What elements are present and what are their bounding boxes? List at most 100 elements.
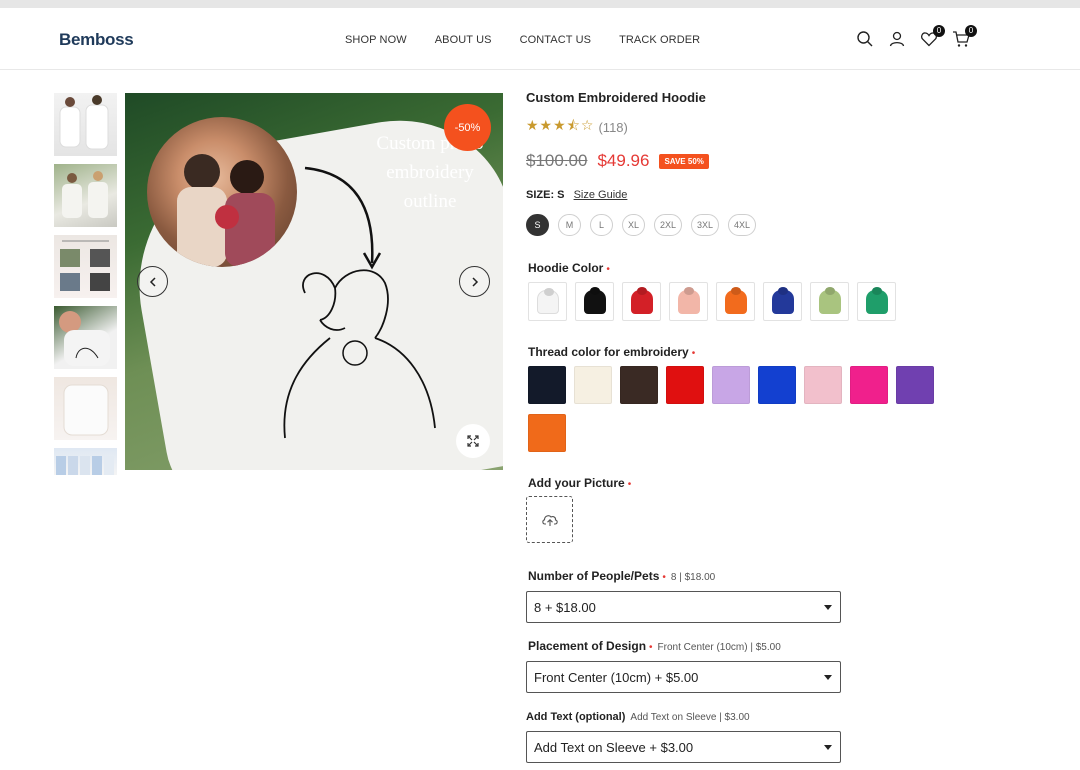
main-nav: SHOP NOW ABOUT US CONTACT US TRACK ORDER [345, 34, 700, 46]
placement-value: Front Center (10cm) + $5.00 [534, 669, 699, 685]
thumbnail-1[interactable] [54, 93, 117, 156]
hoodie-color-group: Hoodie Color • [526, 259, 946, 321]
chevron-down-icon [824, 675, 832, 680]
save-badge: SAVE 50% [659, 153, 709, 169]
header-icons: 0 0 [856, 25, 977, 48]
hoodie-icon [677, 289, 700, 314]
size-guide-link[interactable]: Size Guide [574, 189, 628, 201]
add-text-select[interactable]: Add Text on Sleeve + $3.00 [526, 731, 841, 763]
thread-color-swatch[interactable] [528, 414, 566, 452]
hoodie-color-swatches [528, 282, 946, 321]
thread-color-swatch[interactable] [712, 366, 750, 404]
thread-color-swatch[interactable] [850, 366, 888, 404]
thread-color-swatch[interactable] [574, 366, 612, 404]
size-option-l[interactable]: L [590, 214, 613, 236]
nav-about-us[interactable]: ABOUT US [435, 34, 492, 46]
search-icon[interactable] [856, 30, 874, 48]
people-count-label: Number of People/Pets [528, 569, 660, 583]
thread-color-swatch[interactable] [758, 366, 796, 404]
hoodie-icon [536, 289, 559, 314]
embroidery-outline [283, 269, 436, 439]
size-option-xl[interactable]: XL [622, 214, 646, 236]
thumbnail-list [54, 93, 117, 483]
nav-shop-now[interactable]: SHOP NOW [345, 34, 407, 46]
hoodie-color-swatch[interactable] [669, 282, 708, 321]
placement-label: Placement of Design [528, 639, 647, 653]
hoodie-color-swatch[interactable] [810, 282, 849, 321]
product-title: Custom Embroidered Hoodie [526, 90, 706, 105]
required-marker: • [662, 572, 666, 583]
hoodie-icon [583, 289, 606, 314]
placement-hint: Front Center (10cm) | $5.00 [657, 642, 781, 653]
chevron-down-icon [824, 605, 832, 610]
add-text-group: Add Text (optional) Add Text on Sleeve | … [526, 707, 946, 763]
hoodie-color-swatch[interactable] [575, 282, 614, 321]
size-option-4xl[interactable]: 4XL [728, 214, 757, 236]
thumbnail-4-selected[interactable] [54, 306, 117, 369]
thread-color-label: Thread color for embroidery [528, 345, 689, 359]
people-count-value: 8 + $18.00 [534, 599, 596, 615]
thread-color-swatch[interactable] [666, 366, 704, 404]
site-header: Bemboss SHOP NOW ABOUT US CONTACT US TRA… [0, 8, 1080, 70]
thread-color-group: Thread color for embroidery • [526, 343, 946, 452]
add-text-hint: Add Text on Sleeve | $3.00 [630, 712, 750, 723]
people-count-group: Number of People/Pets • 8 | $18.00 8 + $18… [526, 567, 946, 623]
main-product-image[interactable]: Custom photo embroidery outline [125, 93, 503, 470]
thumbnail-6[interactable] [54, 448, 117, 475]
hoodie-icon [724, 289, 747, 314]
thread-color-swatch[interactable] [804, 366, 842, 404]
expand-icon [467, 435, 479, 447]
thumbnail-5[interactable] [54, 377, 117, 440]
size-options: S M L XL 2XL 3XL 4XL [526, 214, 946, 236]
discount-badge: -50% [444, 104, 491, 151]
upload-cloud-icon [541, 514, 558, 526]
account-icon[interactable] [888, 30, 906, 48]
hoodie-color-label: Hoodie Color [528, 261, 604, 275]
thread-color-swatch[interactable] [896, 366, 934, 404]
hoodie-color-swatch[interactable] [716, 282, 755, 321]
picture-label: Add your Picture [528, 476, 625, 490]
zoom-button[interactable] [456, 424, 490, 458]
upload-button[interactable] [526, 496, 573, 543]
hoodie-icon [818, 289, 841, 314]
placement-select[interactable]: Front Center (10cm) + $5.00 [526, 661, 841, 693]
thread-color-swatches [528, 366, 948, 452]
size-label: SIZE: S [526, 189, 565, 201]
thread-color-swatch[interactable] [528, 366, 566, 404]
hoodie-color-swatch[interactable] [857, 282, 896, 321]
size-option-m[interactable]: M [558, 214, 581, 236]
cart-count-badge: 0 [965, 25, 977, 37]
star-rating-icon: ★★★⯪☆ [526, 117, 595, 133]
people-count-hint: 8 | $18.00 [670, 572, 716, 583]
hoodie-color-swatch[interactable] [763, 282, 802, 321]
required-marker: • [627, 479, 632, 490]
hoodie-color-swatch[interactable] [622, 282, 661, 321]
nav-contact-us[interactable]: CONTACT US [520, 34, 592, 46]
price-row: $100.00 $49.96 SAVE 50% [526, 151, 946, 171]
size-option-s[interactable]: S [526, 214, 549, 236]
prev-image-button[interactable] [137, 266, 168, 297]
add-text-value: Add Text on Sleeve + $3.00 [534, 739, 694, 755]
old-price: $100.00 [526, 151, 588, 170]
size-option-3xl[interactable]: 3XL [691, 214, 720, 236]
people-count-select[interactable]: 8 + $18.00 [526, 591, 841, 623]
placement-group: Placement of Design • Front Center (10cm) … [526, 637, 946, 693]
hoodie-color-swatch[interactable] [528, 282, 567, 321]
cart-icon[interactable]: 0 [952, 25, 977, 48]
thumbnail-2[interactable] [54, 164, 117, 227]
size-option-2xl[interactable]: 2XL [654, 214, 683, 236]
browser-top-strip [0, 0, 1080, 8]
hoodie-icon [771, 289, 794, 314]
required-marker: • [691, 348, 696, 359]
size-header: SIZE: S Size Guide [526, 189, 946, 201]
required-marker: • [606, 264, 610, 275]
rating-count: (118) [598, 119, 628, 135]
thumbnail-3[interactable] [54, 235, 117, 298]
wishlist-icon[interactable]: 0 [920, 25, 945, 48]
thread-color-swatch[interactable] [620, 366, 658, 404]
next-image-button[interactable] [459, 266, 490, 297]
brand-logo[interactable]: Bemboss [59, 30, 134, 50]
add-text-label: Add Text (optional) [526, 711, 626, 723]
rating-row[interactable]: ★★★⯪☆ (118) [526, 115, 946, 139]
nav-track-order[interactable]: TRACK ORDER [619, 34, 700, 46]
